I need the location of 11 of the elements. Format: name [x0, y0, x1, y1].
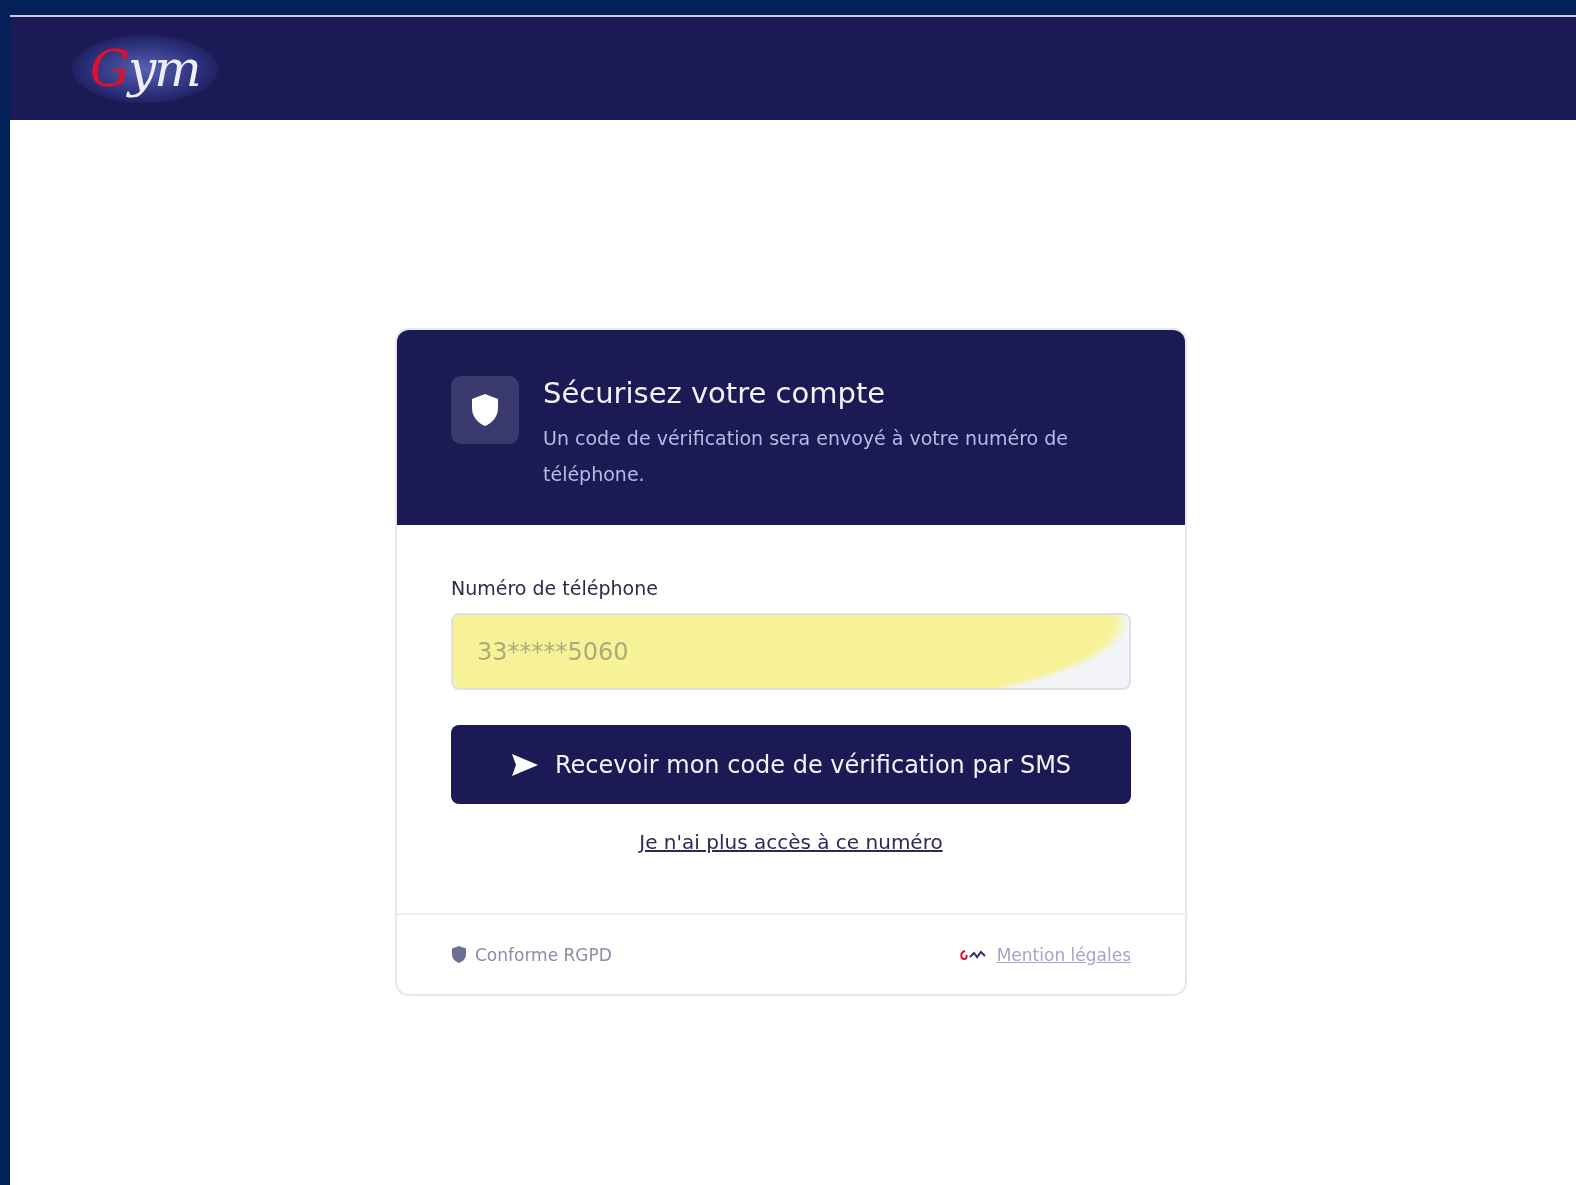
logo: Gym	[72, 34, 218, 103]
shield-icon	[451, 945, 467, 964]
field-label: Numéro de téléphone	[451, 577, 659, 599]
send-sms-button[interactable]: Recevoir mon code de vérification par SMS	[451, 725, 1131, 804]
card-subtitle: Un code de vérification sera envoyé à votre numéro de téléphone.	[543, 426, 1070, 487]
no-access-link[interactable]: Je n'ai plus accès à ce numéro	[639, 830, 943, 854]
shield-icon	[451, 376, 519, 444]
send-icon	[510, 752, 539, 777]
compliance-text: Conforme RGPD	[475, 944, 612, 965]
card-title: Sécurisez votre compte	[543, 376, 887, 410]
logo-icon	[958, 948, 987, 961]
